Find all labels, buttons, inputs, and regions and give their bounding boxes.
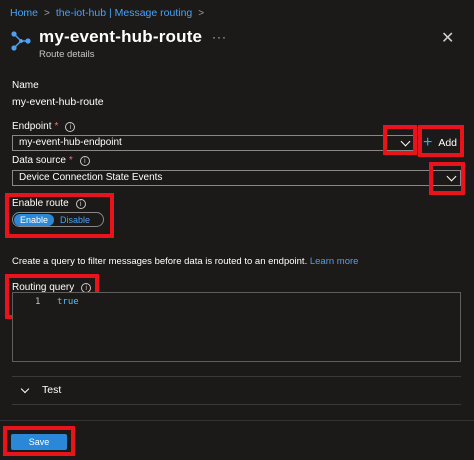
disable-option[interactable]: Disable — [54, 214, 96, 226]
learn-more-link[interactable]: Learn more — [310, 256, 359, 267]
highlight-box — [383, 125, 417, 155]
info-icon[interactable]: i — [81, 282, 92, 293]
query-code: true — [57, 297, 79, 307]
page-subtitle: Route details — [39, 49, 95, 60]
route-icon — [11, 31, 31, 51]
add-label: Add — [438, 137, 458, 149]
info-icon[interactable]: i — [75, 198, 86, 209]
save-button[interactable]: Save — [11, 434, 67, 450]
enable-option[interactable]: Enable — [14, 213, 55, 226]
plus-icon: + — [423, 134, 433, 151]
required-marker: * — [68, 155, 73, 166]
enable-route-label: Enable route i — [12, 198, 86, 209]
add-endpoint-button[interactable]: + Add — [423, 134, 458, 151]
routing-query-editor[interactable]: 1 true — [12, 292, 461, 362]
endpoint-selected-value: my-event-hub-endpoint — [19, 137, 122, 148]
close-icon[interactable]: ✕ — [441, 28, 454, 48]
page-header: my-event-hub-route Route details — [10, 26, 202, 60]
test-label: Test — [42, 384, 62, 396]
line-number: 1 — [35, 297, 41, 307]
endpoint-label: Endpoint * i — [12, 121, 76, 132]
query-description: Create a query to filter messages before… — [12, 256, 359, 267]
required-marker: * — [54, 121, 59, 132]
info-icon[interactable]: i — [65, 121, 76, 132]
data-source-dropdown[interactable]: Device Connection State Events — [12, 170, 461, 186]
name-label: Name — [12, 80, 39, 91]
more-options-icon[interactable]: ··· — [212, 30, 227, 44]
data-source-label: Data source * i — [12, 155, 90, 166]
highlight-box — [429, 162, 465, 195]
breadcrumb-hub-link[interactable]: the-iot-hub | Message routing — [56, 7, 192, 19]
data-source-selected-value: Device Connection State Events — [19, 172, 163, 183]
divider — [12, 404, 461, 405]
endpoint-dropdown[interactable]: my-event-hub-endpoint — [12, 135, 416, 151]
footer-divider — [0, 420, 474, 421]
test-section-toggle[interactable]: Test — [20, 384, 62, 396]
chevron-down-icon — [20, 384, 30, 393]
chevron-right-icon: > — [44, 7, 50, 19]
name-value: my-event-hub-route — [12, 96, 104, 108]
breadcrumb-home-link[interactable]: Home — [10, 7, 38, 19]
chevron-right-icon: > — [198, 7, 205, 19]
page-title: my-event-hub-route — [39, 27, 203, 46]
info-icon[interactable]: i — [79, 155, 90, 166]
enable-route-toggle[interactable]: Enable Disable — [12, 212, 104, 227]
divider — [12, 376, 461, 377]
breadcrumb: Home > the-iot-hub | Message routing > — [10, 7, 210, 19]
